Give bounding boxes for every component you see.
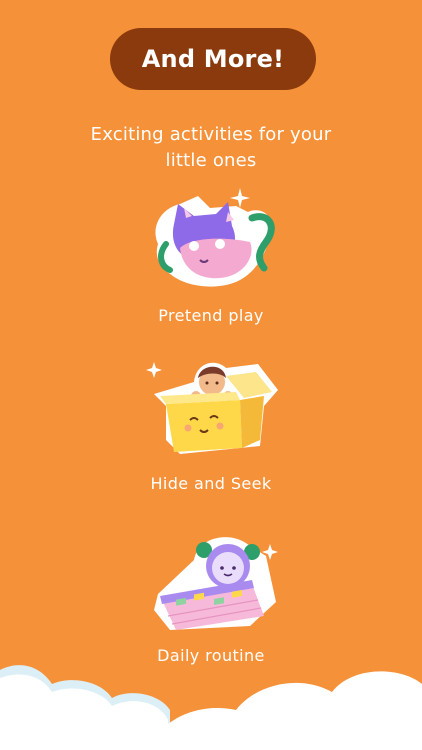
page-title: And More! xyxy=(141,45,285,73)
subtitle-line-2: little ones xyxy=(165,150,257,171)
clouds-decoration xyxy=(0,665,422,750)
app-screen: And More! Exciting activities for your l… xyxy=(0,0,422,750)
activity-label: Hide and Seek xyxy=(150,474,272,493)
subtitle: Exciting activities for your little ones xyxy=(30,122,392,174)
activity-label: Pretend play xyxy=(158,306,264,325)
box-hide-seek-icon xyxy=(146,362,278,454)
cat-teapot-icon xyxy=(155,188,275,287)
calendar-clock-icon xyxy=(154,537,278,630)
subtitle-line-1: Exciting activities for your xyxy=(90,124,332,145)
title-badge: And More! xyxy=(110,28,316,90)
